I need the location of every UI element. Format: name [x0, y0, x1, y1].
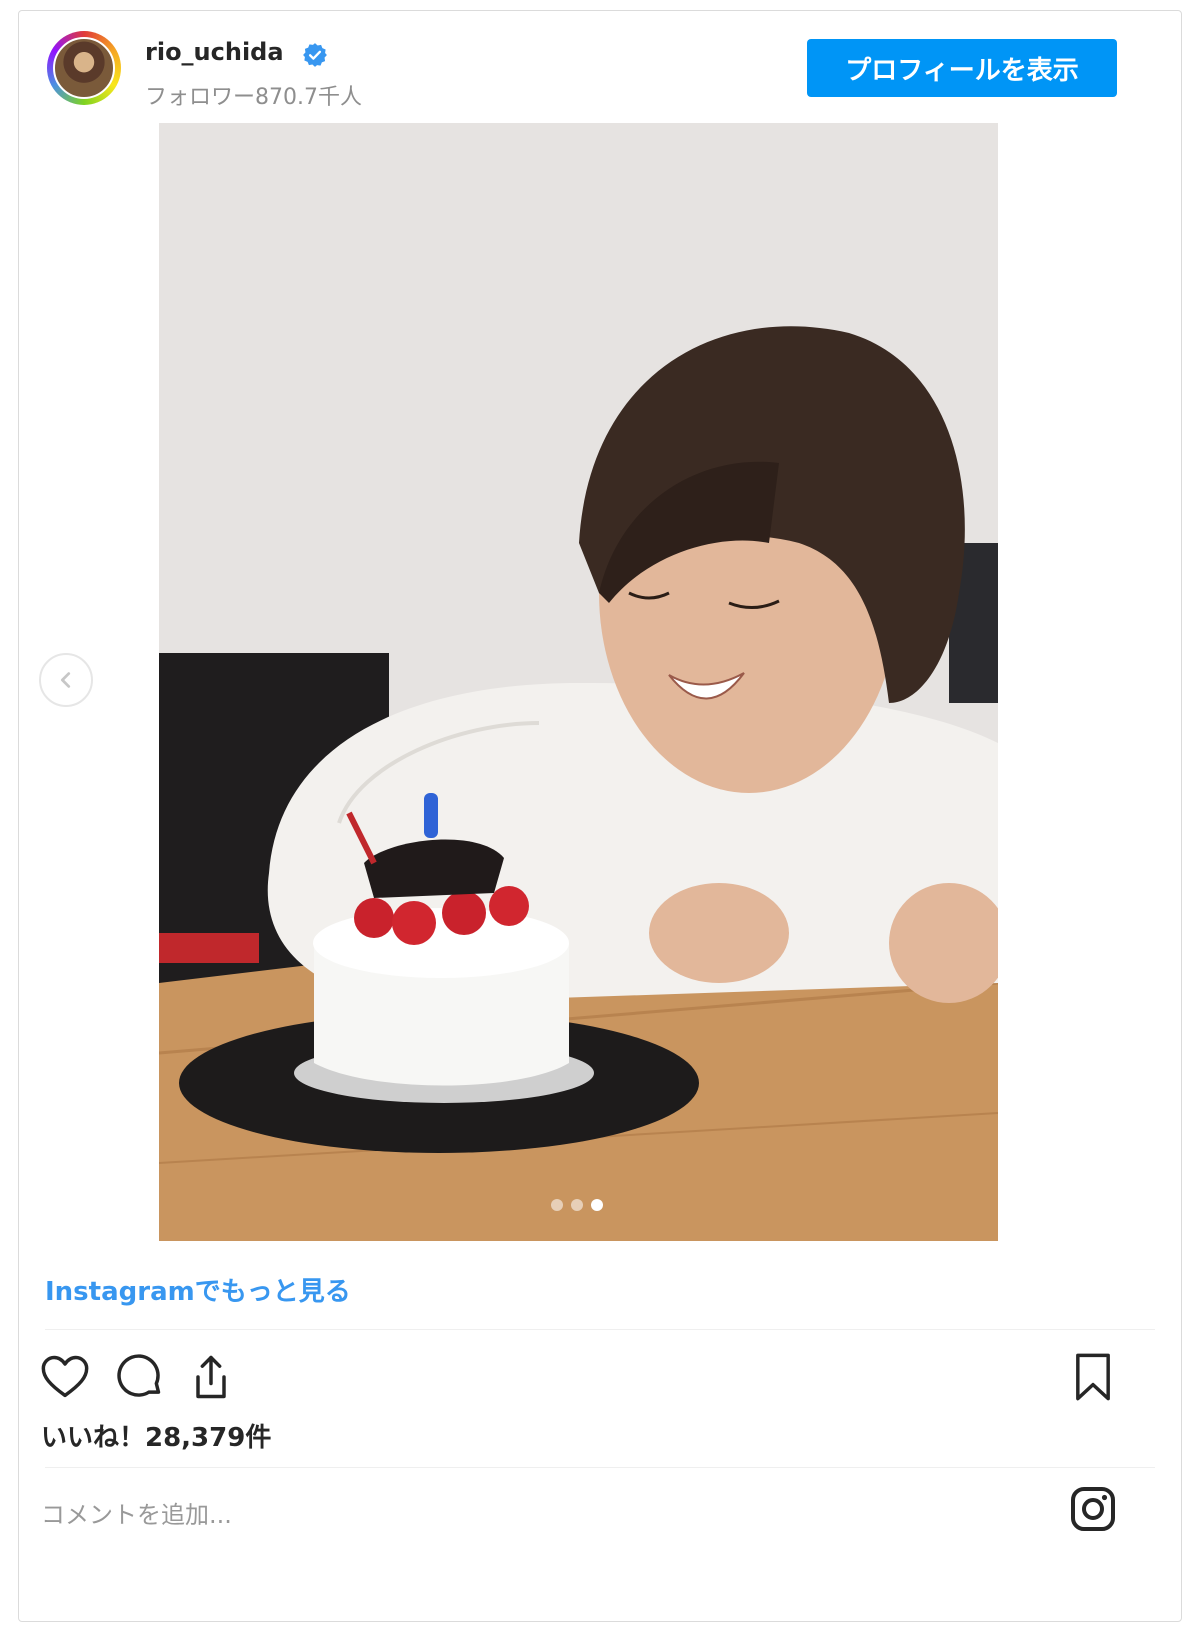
view-more-on-instagram-link[interactable]: Instagramでもっと見る — [45, 1271, 351, 1308]
carousel-indicator — [551, 1199, 603, 1211]
post-photo-illustration — [159, 123, 998, 1241]
bookmark-icon[interactable] — [1067, 1351, 1119, 1403]
username[interactable]: rio_uchida — [145, 38, 284, 66]
post-photo[interactable] — [159, 123, 998, 1241]
like-count: いいね！28,379件 — [41, 1423, 272, 1453]
follower-count: フォロワー870.7千人 — [145, 85, 362, 110]
avatar-photo — [53, 37, 115, 99]
avatar[interactable] — [47, 31, 121, 105]
carousel-dot — [551, 1199, 563, 1211]
carousel-dot — [591, 1199, 603, 1211]
chevron-left-icon — [60, 672, 71, 688]
heart-icon[interactable] — [39, 1351, 91, 1403]
view-profile-button[interactable]: プロフィールを表示 — [807, 39, 1117, 97]
carousel-prev-button[interactable] — [39, 653, 93, 707]
divider — [45, 1329, 1155, 1330]
share-icon[interactable] — [185, 1351, 237, 1403]
comment-icon[interactable] — [113, 1351, 165, 1403]
verified-badge-icon — [303, 43, 327, 67]
comment-input[interactable]: コメントを追加... — [41, 1495, 232, 1530]
instagram-embed-card: rio_uchida フォロワー870.7千人 プロフィールを表示 Instag… — [18, 10, 1182, 1622]
divider — [45, 1467, 1155, 1468]
instagram-icon[interactable] — [1069, 1485, 1117, 1533]
carousel-dot — [571, 1199, 583, 1211]
